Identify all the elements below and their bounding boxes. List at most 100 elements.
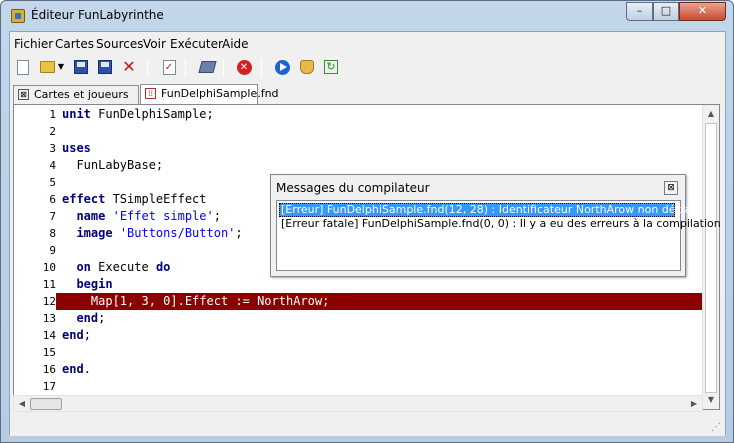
dialog-title: Messages du compilateur (276, 181, 430, 195)
scroll-right-icon[interactable]: ▶ (688, 398, 700, 410)
tab-strip: ⊠ Cartes et joueurs ⁞⁞ FunDelphiSample.f… (10, 83, 725, 105)
code-line[interactable]: 13 end; (14, 310, 719, 327)
code-keyword: on (62, 260, 91, 274)
save-all-icon[interactable] (96, 58, 114, 76)
open-folder-icon[interactable] (38, 58, 56, 76)
title-bar[interactable]: Éditeur FunLabyrinthe – □ ✕ (1, 1, 733, 31)
code-keyword: image (62, 226, 113, 240)
code-text: end; (62, 327, 91, 344)
code-keyword: effect (62, 192, 106, 206)
menu-fichier[interactable]: Fichier (14, 37, 53, 51)
code-line[interactable]: 11 begin (14, 276, 719, 293)
stop-icon[interactable]: ✕ (235, 58, 253, 76)
maximize-button[interactable]: □ (653, 2, 679, 21)
compiler-messages-dialog: Messages du compilateur ⊠ [Erreur] FunDe… (270, 174, 721, 277)
horizontal-scroll-thumb[interactable] (30, 398, 62, 410)
close-x-icon[interactable]: ✕ (120, 58, 138, 76)
code-line[interactable]: 16 end. (14, 361, 719, 378)
refresh-icon[interactable]: ↻ (322, 58, 340, 76)
code-string: 'Buttons/Button' (119, 226, 236, 240)
scrollbar-track[interactable] (705, 123, 717, 393)
vertical-scrollbar[interactable]: ▲ ▼ (702, 105, 719, 409)
code-plain: ; (98, 311, 106, 325)
menu-cartes[interactable]: Cartes (55, 37, 94, 51)
resize-grip-icon[interactable]: ⋰ (711, 422, 723, 434)
source-tab-icon: ⁞⁞ (145, 88, 156, 99)
code-line[interactable]: 2 (14, 123, 719, 140)
code-line[interactable]: 15 (14, 344, 719, 361)
minimize-button[interactable]: – (626, 2, 653, 21)
code-keyword: end (62, 362, 84, 376)
list-item[interactable]: [Erreur fatale] FunDelphiSample.fnd(0, 0… (279, 217, 723, 231)
code-line[interactable]: 12 Map[1, 3, 0].Effect := NorthArow; (14, 293, 719, 310)
code-line[interactable]: 3 uses (14, 140, 719, 157)
line-number: 9 (49, 244, 56, 257)
code-line[interactable]: 17 (14, 378, 719, 395)
play-icon[interactable] (273, 58, 291, 76)
code-text: end; (62, 310, 105, 327)
messages-list[interactable]: [Erreur] FunDelphiSample.fnd(12, 28) : I… (276, 200, 721, 271)
code-plain (105, 209, 112, 223)
code-plain: ; (83, 328, 91, 342)
code-plain (113, 226, 120, 240)
status-bar: ⋰ (10, 416, 725, 436)
code-text: Map[1, 3, 0].Effect := NorthArow; (62, 293, 329, 310)
code-keyword: unit (62, 107, 91, 121)
toolbar-separator (185, 59, 186, 77)
line-number: 2 (49, 125, 56, 138)
tab-fundelphisample[interactable]: ⁞⁞ FunDelphiSample.fnd (140, 84, 279, 105)
code-plain: FunLabyBase; (62, 158, 164, 172)
code-text: on Execute do (62, 259, 170, 276)
scroll-down-icon[interactable]: ▼ (705, 394, 717, 406)
menu-executer[interactable]: Exécuter (170, 37, 223, 51)
code-plain: . (83, 362, 91, 376)
hand-icon[interactable] (298, 58, 316, 76)
window-title: Éditeur FunLabyrinthe (31, 8, 164, 22)
code-keyword: uses (62, 141, 91, 155)
code-text: name 'Effet simple'; (62, 208, 221, 225)
code-line[interactable]: 4 FunLabyBase; (14, 157, 719, 174)
scroll-left-icon[interactable]: ◀ (16, 398, 28, 410)
line-number: 1 (49, 108, 56, 121)
tab-label: FunDelphiSample.fnd (161, 87, 279, 100)
new-file-icon[interactable] (14, 58, 32, 76)
menu-sources[interactable]: Sources (96, 37, 143, 51)
code-keyword: end (62, 311, 99, 325)
properties-check-icon[interactable]: ✓ (160, 58, 178, 76)
code-line[interactable]: 14 end; (14, 327, 719, 344)
code-plain: TSimpleEffect (105, 192, 207, 206)
code-text: effect TSimpleEffect (62, 191, 207, 208)
line-number: 5 (49, 176, 56, 189)
horizontal-scrollbar[interactable]: ◀ ▶ (13, 395, 703, 412)
save-icon[interactable] (72, 58, 90, 76)
dropdown-arrow-icon[interactable]: ▼ (56, 58, 66, 76)
dialog-close-icon[interactable]: ⊠ (664, 181, 678, 195)
line-number: 16 (42, 363, 56, 376)
list-item[interactable]: [Erreur] FunDelphiSample.fnd(12, 28) : I… (279, 203, 702, 217)
line-number: 13 (42, 312, 56, 325)
code-text: end. (62, 361, 91, 378)
line-number: 4 (49, 159, 56, 172)
toolbar: ▼ ✕ ✓ ✕ ↻ (10, 54, 725, 82)
code-keyword: end (62, 328, 84, 342)
line-number: 11 (42, 278, 56, 291)
close-window-button[interactable]: ✕ (679, 2, 726, 21)
map-tab-icon: ⊠ (18, 89, 29, 100)
code-plain: ; (213, 209, 221, 223)
scroll-up-icon[interactable]: ▲ (705, 108, 717, 120)
code-plain: ; (235, 226, 243, 240)
app-icon (11, 9, 25, 23)
code-text: uses (62, 140, 91, 157)
line-number: 15 (42, 346, 56, 359)
tab-cartes-et-joueurs[interactable]: ⊠ Cartes et joueurs (13, 85, 139, 104)
menu-bar: Fichier Cartes Sources Voir Exécuter Aid… (10, 34, 725, 54)
code-text: FunLabyBase; (62, 157, 163, 174)
book-icon[interactable] (197, 58, 217, 76)
code-plain: Map[1, 3, 0].Effect := NorthArow; (62, 294, 330, 308)
menu-voir[interactable]: Voir (143, 37, 166, 51)
code-plain: FunDelphiSample; (90, 107, 214, 121)
menu-aide[interactable]: Aide (222, 37, 249, 51)
tab-label: Cartes et joueurs (34, 88, 129, 101)
toolbar-separator (261, 59, 262, 77)
code-line[interactable]: 1 unit FunDelphiSample; (14, 106, 719, 123)
